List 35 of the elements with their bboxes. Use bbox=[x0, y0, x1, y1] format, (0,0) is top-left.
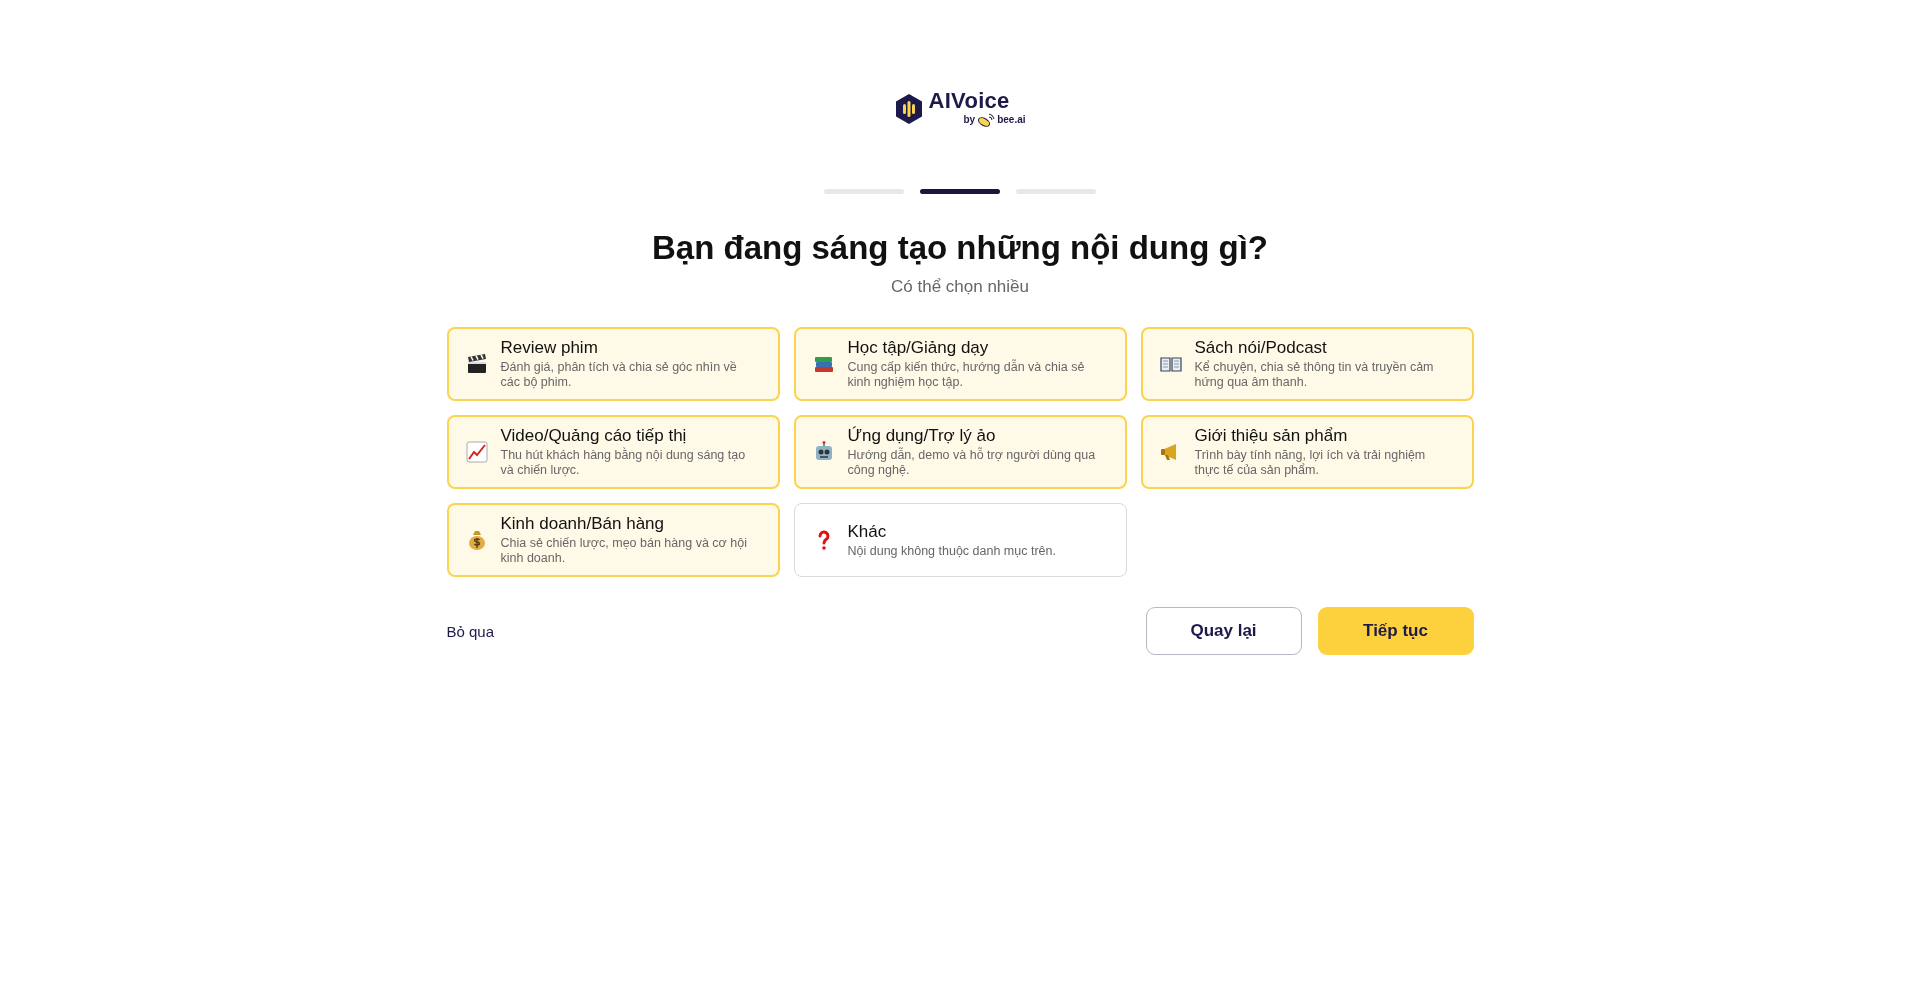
option-description: Thu hút khách hàng bằng nội dung sáng tạo và chiến lược. bbox=[500, 448, 747, 478]
option-description: Đánh giá, phân tích và chia sẻ góc nhìn về các bộ phim. bbox=[500, 360, 738, 390]
option-title: Video/Quảng cáo tiếp thị bbox=[500, 426, 688, 446]
option-title: Học tập/Giảng dạy bbox=[847, 338, 990, 358]
option-title: Sách nói/Podcast bbox=[1194, 338, 1328, 358]
option-card[interactable]: Video/Quảng cáo tiếp thị Thu hút khách hàng bằng nội dung sáng tạo và chiến lược. bbox=[446, 415, 780, 489]
option-description: Cung cấp kiến thức, hướng dẫn và chia sẻ kinh nghiệm học tập. bbox=[847, 360, 1086, 390]
option-card[interactable]: Ứng dụng/Trợ lý ảo Hướng dẫn, demo và hỗ trợ người dùng qua công nghệ. bbox=[793, 415, 1127, 489]
logo-by-text: by bbox=[963, 115, 976, 125]
option-description: Kể chuyện, chia sẻ thông tin và truyền cảm hứng qua âm thanh. bbox=[1194, 360, 1435, 390]
page-title: Bạn đang sáng tạo những nội dung gì? bbox=[652, 229, 1268, 267]
continue-button[interactable]: Tiếp tục bbox=[1317, 607, 1474, 655]
option-card[interactable]: Giới thiệu sản phẩm Trình bày tính năng, lợi ích và trải nghiệm thực tế của sản phẩm. bbox=[1140, 415, 1474, 489]
skip-link[interactable]: Bỏ qua bbox=[446, 622, 1146, 640]
back-button[interactable]: Quay lại bbox=[1145, 607, 1302, 655]
option-card[interactable]: Khác Nội dung không thuộc danh mục trên. bbox=[793, 503, 1127, 577]
brand-text: bee.ai bbox=[997, 115, 1026, 125]
option-title: Review phim bbox=[500, 338, 599, 358]
option-title: Giới thiệu sản phẩm bbox=[1194, 426, 1349, 446]
option-card[interactable]: Review phim Đánh giá, phân tích và chia sẻ góc nhìn về các bộ phim. bbox=[446, 327, 780, 401]
option-description: Trình bày tính năng, lợi ích và trải nghiệm thực tế của sản phẩm. bbox=[1194, 448, 1427, 478]
option-description: Hướng dẫn, demo và hỗ trợ người dùng qua công nghệ. bbox=[847, 448, 1097, 478]
bee-icon bbox=[977, 113, 996, 127]
option-card[interactable]: Kinh doanh/Bán hàng Chia sẻ chiến lược, mẹo bán hàng và cơ hội kinh doanh. bbox=[446, 503, 780, 577]
chart-icon bbox=[464, 440, 489, 464]
logo-text: AIVoice bbox=[928, 90, 1011, 112]
option-title: Ứng dụng/Trợ lý ảo bbox=[847, 426, 997, 446]
option-description: Nội dung không thuộc danh mục trên. bbox=[847, 543, 1056, 559]
option-card[interactable]: Học tập/Giảng dạy Cung cấp kiến thức, hướng dẫn và chia sẻ kinh nghiệm học tập. bbox=[793, 327, 1127, 401]
option-description: Chia sẻ chiến lược, mẹo bán hàng và cơ hội kinh doanh. bbox=[500, 536, 748, 566]
page-subtitle: Có thể chọn nhiều bbox=[891, 277, 1029, 297]
option-card[interactable]: Sách nói/Podcast Kể chuyện, chia sẻ thông tin và truyền cảm hứng qua âm thanh. bbox=[1140, 327, 1474, 401]
option-title: Kinh doanh/Bán hàng bbox=[500, 514, 666, 534]
logo-icon bbox=[894, 92, 925, 125]
option-title: Khác bbox=[847, 521, 888, 542]
